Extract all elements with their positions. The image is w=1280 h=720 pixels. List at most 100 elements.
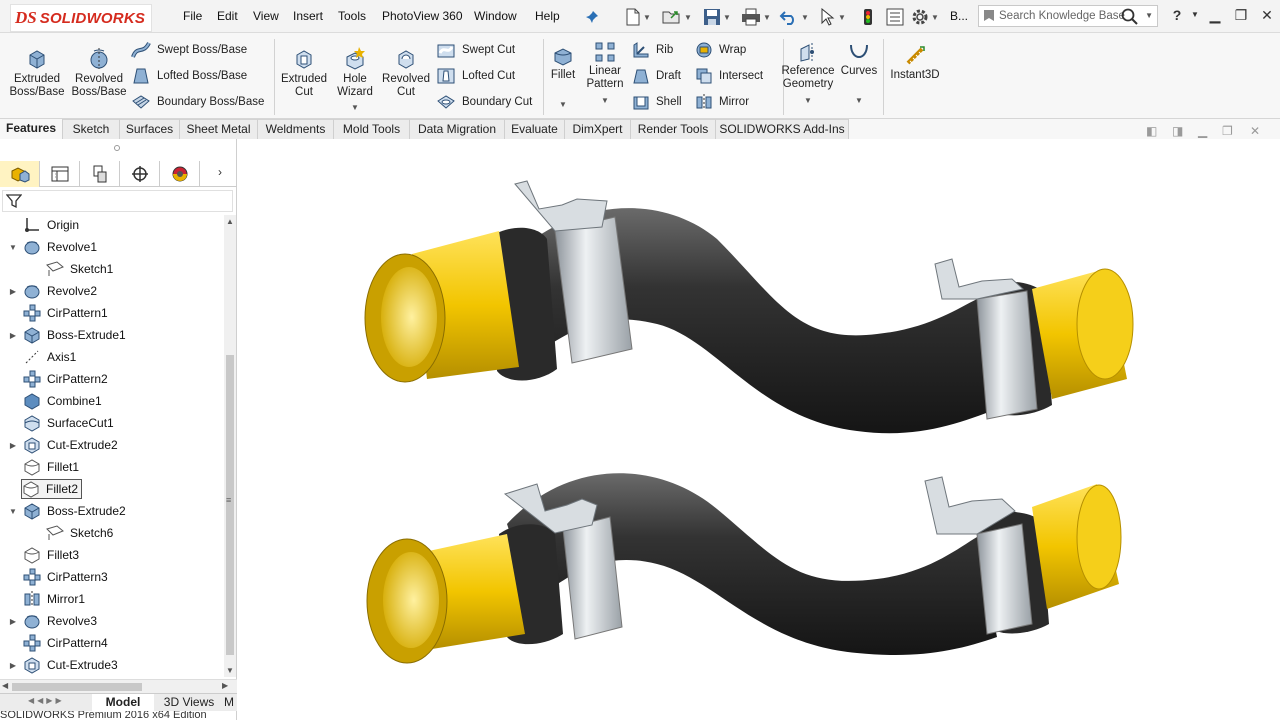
menu-edit[interactable]: Edit	[217, 9, 238, 23]
vertical-scroll-thumb[interactable]	[226, 355, 234, 655]
feature-tree-item[interactable]: Axis1	[23, 347, 76, 367]
tab-dimxpert-manager[interactable]	[120, 161, 160, 187]
tab-render-tools[interactable]: Render Tools	[631, 119, 716, 139]
mirror-button[interactable]: Mirror	[695, 93, 749, 111]
help-dropdown-icon[interactable]: ▼	[1186, 6, 1204, 24]
feature-tree-item[interactable]: Sketch6	[46, 523, 113, 543]
hose-clamp-right-bottom[interactable]	[976, 523, 1033, 635]
menu-help[interactable]: Help	[535, 9, 560, 23]
tab-model[interactable]: Model	[92, 694, 154, 712]
viewport-tile-right-icon[interactable]: ◨	[1172, 124, 1183, 138]
revolved-cut-button[interactable]: Revolved Cut	[381, 45, 431, 99]
tab-display-manager[interactable]	[160, 161, 200, 187]
tab-mold-tools[interactable]: Mold Tools	[334, 119, 410, 139]
model-viewport-canvas[interactable]	[237, 139, 1280, 720]
tab-evaluate[interactable]: Evaluate	[505, 119, 565, 139]
manager-tabs-scroll-icon[interactable]: ›	[218, 165, 222, 179]
instant3d-button[interactable]: Instant3D	[888, 45, 942, 82]
select-arrow-icon[interactable]: ▼	[820, 7, 846, 27]
file-properties-icon[interactable]	[886, 7, 904, 27]
viewport-minimize-icon[interactable]: ▁	[1198, 124, 1207, 138]
brass-fitting-right-end-top[interactable]	[1076, 268, 1134, 380]
viewport-tile-left-icon[interactable]: ◧	[1146, 124, 1157, 138]
help-question-icon[interactable]: ?	[1168, 6, 1186, 24]
close-window-icon[interactable]: ✕	[1258, 6, 1276, 24]
feature-tree-horizontal-scrollbar[interactable]: ◀ ▶	[0, 679, 237, 693]
brass-fitting-right-end-bottom[interactable]	[1076, 484, 1122, 590]
wrap-button[interactable]: Wrap	[695, 41, 746, 59]
menu-insert[interactable]: Insert	[293, 9, 323, 23]
tab-dimxpert[interactable]: DimXpert	[565, 119, 631, 139]
scroll-up-arrow-icon[interactable]: ▲	[226, 217, 234, 226]
feature-tree-item[interactable]: ▶ Revolve3	[10, 611, 97, 631]
fillet-dropdown-icon[interactable]: ▼	[547, 98, 579, 111]
feature-tree-item[interactable]: ▼ Revolve1	[9, 237, 97, 257]
linear-pattern-button[interactable]: Linear Pattern ▼	[583, 41, 627, 107]
tab-3d-views[interactable]: 3D Views	[158, 694, 220, 712]
rebuild-traffic-light-icon[interactable]	[863, 7, 873, 27]
hose-assembly-bottom[interactable]	[366, 473, 1122, 664]
tab-navigation-arrows-icon[interactable]: ◀◀▶▶	[28, 696, 65, 705]
feature-tree-filter[interactable]	[2, 190, 233, 212]
lofted-boss-button[interactable]: Lofted Boss/Base	[131, 67, 247, 85]
open-folder-icon[interactable]: ▼	[662, 7, 692, 27]
tab-sheet-metal[interactable]: Sheet Metal	[180, 119, 258, 139]
feature-tree-item[interactable]: Origin	[23, 215, 79, 235]
tab-surfaces[interactable]: Surfaces	[120, 119, 180, 139]
scroll-down-arrow-icon[interactable]: ▼	[226, 666, 234, 675]
curves-button[interactable]: Curves ▼	[840, 41, 878, 107]
revolved-boss-button[interactable]: Revolved Boss/Base	[70, 45, 128, 99]
expand-arrow-icon[interactable]: ▶	[8, 617, 18, 626]
boundary-cut-button[interactable]: Boundary Cut	[436, 93, 532, 111]
tab-weldments[interactable]: Weldments	[258, 119, 334, 139]
menu-view[interactable]: View	[253, 9, 279, 23]
save-icon[interactable]: ▼	[703, 7, 731, 27]
feature-tree-item[interactable]: ▼ Boss-Extrude2	[9, 501, 126, 521]
feature-tree-item[interactable]: ▶ Boss-Extrude1	[10, 325, 126, 345]
viewport-restore-icon[interactable]: ❐	[1222, 124, 1233, 138]
print-icon[interactable]: ▼	[741, 7, 771, 27]
search-input[interactable]: Search Knowledge Base	[999, 10, 1125, 22]
feature-tree-item[interactable]: ▶ Revolve2	[10, 281, 97, 301]
menu-tools[interactable]: Tools	[338, 9, 366, 23]
extruded-cut-button[interactable]: Extruded Cut	[279, 45, 329, 99]
clamp-tab-left-top[interactable]	[514, 180, 608, 232]
reference-geometry-dropdown-icon[interactable]: ▼	[780, 94, 836, 107]
lofted-cut-button[interactable]: Lofted Cut	[436, 67, 515, 85]
tab-solidworks-add-ins[interactable]: SOLIDWORKS Add-Ins	[716, 119, 849, 139]
rib-button[interactable]: Rib	[632, 41, 673, 59]
feature-tree-item[interactable]: Sketch1	[46, 259, 113, 279]
collapse-arrow-icon[interactable]: ▼	[8, 243, 18, 252]
expand-arrow-icon[interactable]: ▶	[8, 287, 18, 296]
feature-tree-item[interactable]: Fillet1	[23, 457, 79, 477]
quick-access-overflow[interactable]: B...	[950, 9, 968, 23]
feature-tree-item[interactable]: Fillet2	[21, 479, 83, 499]
feature-tree-vertical-scrollbar[interactable]: ▲ ≡ ▼	[224, 215, 236, 677]
draft-button[interactable]: Draft	[632, 67, 681, 85]
feature-tree-item[interactable]: CirPattern1	[23, 303, 108, 323]
undo-icon[interactable]: ▼	[779, 7, 809, 27]
feature-tree-item[interactable]: ▶ Cut-Extrude3	[10, 655, 118, 675]
tab-data-migration[interactable]: Data Migration	[410, 119, 505, 139]
horizontal-scroll-thumb[interactable]	[12, 683, 142, 691]
hose-assembly-top[interactable]	[364, 180, 1134, 434]
expand-arrow-icon[interactable]: ▶	[8, 331, 18, 340]
search-dropdown-icon[interactable]: ▼	[1145, 11, 1153, 20]
solidworks-logo[interactable]: DS SOLIDWORKS	[10, 4, 152, 32]
feature-tree-item[interactable]: SurfaceCut1	[23, 413, 114, 433]
swept-cut-button[interactable]: Swept Cut	[436, 41, 515, 59]
collapse-arrow-icon[interactable]: ▼	[8, 507, 18, 516]
feature-tree-item[interactable]: Mirror1	[23, 589, 85, 609]
tab-feature-manager[interactable]	[0, 161, 40, 187]
search-icon[interactable]	[1121, 8, 1139, 26]
panel-grip-handle[interactable]	[114, 145, 120, 151]
feature-tree-item[interactable]: CirPattern2	[23, 369, 108, 389]
tab-sketch[interactable]: Sketch	[63, 119, 120, 139]
feature-tree-item[interactable]: Fillet3	[23, 545, 79, 565]
curves-dropdown-icon[interactable]: ▼	[840, 94, 878, 107]
hole-wizard-button[interactable]: Hole Wizard ▼	[331, 45, 379, 114]
tab-features[interactable]: Features	[0, 119, 63, 139]
feature-tree-item[interactable]: Combine1	[23, 391, 102, 411]
minimize-window-icon[interactable]: ▁	[1206, 6, 1224, 24]
scroll-right-arrow-icon[interactable]: ▶	[222, 681, 228, 690]
